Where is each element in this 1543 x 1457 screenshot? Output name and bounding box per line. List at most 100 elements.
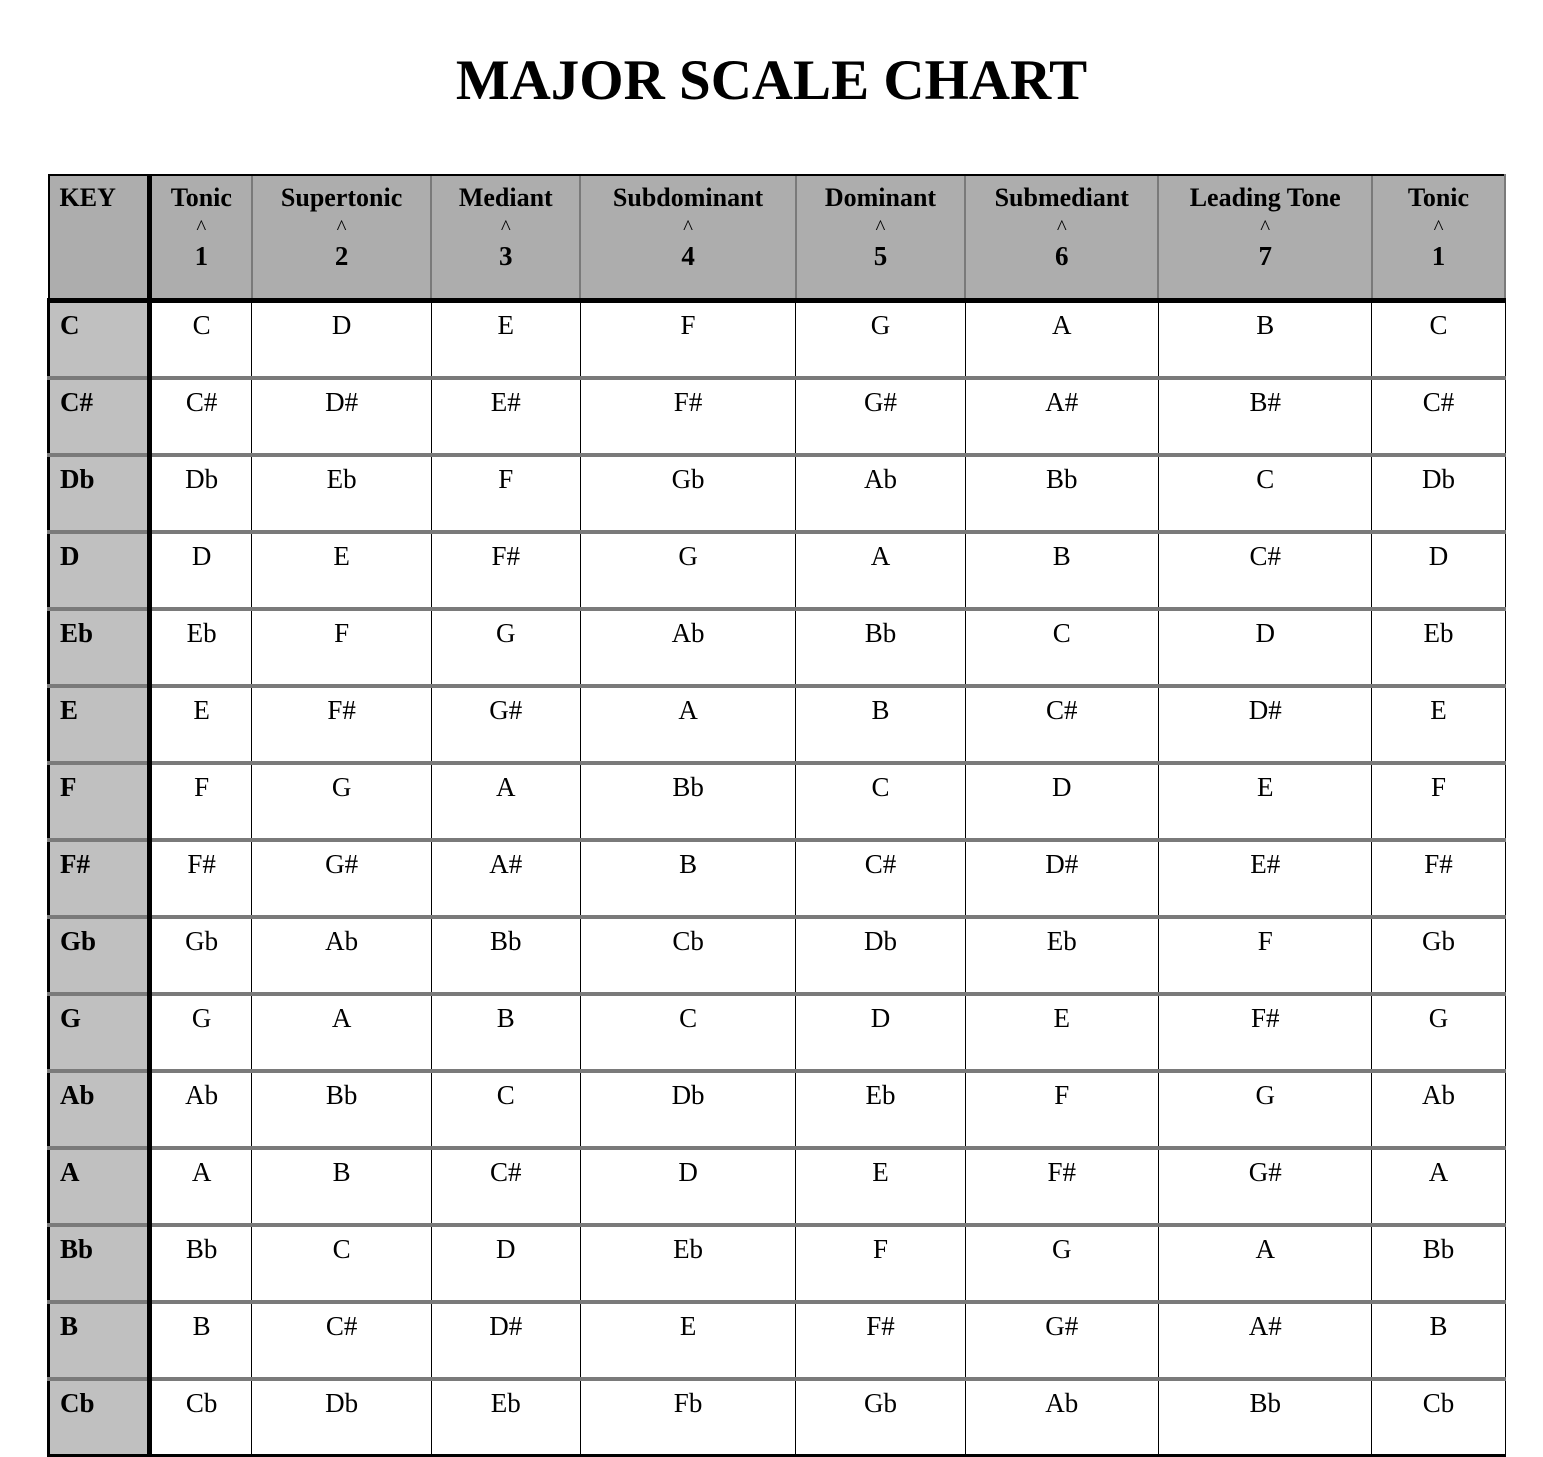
note-cell: D xyxy=(251,300,432,380)
note-cell: B xyxy=(1371,1301,1506,1381)
table-row: D D E F# G A B C# D xyxy=(47,531,1506,611)
note-cell: Db xyxy=(579,1070,796,1150)
note-cell: B# xyxy=(1157,377,1372,457)
note-cell: F xyxy=(430,454,581,534)
note-cell: G xyxy=(430,608,581,688)
note-cell: C xyxy=(964,608,1159,688)
table-row: A A B C# D E F# G# A xyxy=(47,1147,1506,1227)
scale-degree-caret-icon: ^ xyxy=(196,214,207,239)
note-cell: G# xyxy=(251,839,432,919)
note-cell: Eb xyxy=(1371,608,1506,688)
note-cell: Eb xyxy=(795,1070,966,1150)
degree-number: 1 xyxy=(194,240,209,271)
note-cell: F# xyxy=(1157,993,1372,1073)
note-cell: A xyxy=(148,1147,252,1227)
degree-number: 2 xyxy=(334,240,349,271)
note-cell: A# xyxy=(1157,1301,1372,1381)
note-cell: F# xyxy=(148,839,252,919)
note-cell: Eb xyxy=(251,454,432,534)
key-cell: D xyxy=(47,531,152,611)
note-cell: C xyxy=(251,1224,432,1304)
note-cell: Ab xyxy=(1371,1070,1506,1150)
note-cell: E# xyxy=(430,377,581,457)
note-cell: Cb xyxy=(579,916,796,996)
degree-name: Leading Tone xyxy=(1189,183,1341,213)
key-cell: Eb xyxy=(47,608,152,688)
note-cell: Bb xyxy=(579,762,796,842)
key-cell: C# xyxy=(47,377,152,457)
table-row: F# F# G# A# B C# D# E# F# xyxy=(47,839,1506,919)
note-cell: B xyxy=(251,1147,432,1227)
note-cell: G xyxy=(964,1224,1159,1304)
note-cell: Db xyxy=(148,454,252,534)
note-cell: G xyxy=(1157,1070,1372,1150)
table-row: B B C# D# E F# G# A# B xyxy=(47,1301,1506,1381)
note-cell: F# xyxy=(1371,839,1506,919)
note-cell: F xyxy=(795,1224,966,1304)
note-cell: E xyxy=(1157,762,1372,842)
note-cell: Gb xyxy=(1371,916,1506,996)
note-cell: C# xyxy=(1371,377,1506,457)
note-cell: A xyxy=(251,993,432,1073)
note-cell: F# xyxy=(430,531,581,611)
note-cell: B xyxy=(1157,300,1372,380)
note-cell: E xyxy=(251,531,432,611)
note-cell: G# xyxy=(795,377,966,457)
note-cell: Db xyxy=(251,1378,432,1457)
note-cell: Db xyxy=(795,916,966,996)
column-header-degree-8: Tonic ^ 1 xyxy=(1370,174,1507,303)
note-cell: G xyxy=(251,762,432,842)
degree-name: Tonic xyxy=(170,183,232,213)
note-cell: G# xyxy=(964,1301,1159,1381)
degree-name: Supertonic xyxy=(280,183,403,213)
note-cell: D xyxy=(148,531,252,611)
column-header-key: KEY xyxy=(47,174,152,303)
note-cell: Bb xyxy=(964,454,1159,534)
note-cell: G xyxy=(148,993,252,1073)
degree-number: 5 xyxy=(873,240,888,271)
note-cell: G xyxy=(579,531,796,611)
note-cell: C# xyxy=(795,839,966,919)
scale-degree-caret-icon: ^ xyxy=(1056,214,1067,239)
scale-degree-caret-icon: ^ xyxy=(875,214,886,239)
note-cell: Cb xyxy=(1371,1378,1506,1457)
column-header-degree-7: Leading Tone ^ 7 xyxy=(1157,174,1372,303)
degree-number: 7 xyxy=(1258,240,1272,271)
note-cell: C xyxy=(1371,300,1506,380)
note-cell: E xyxy=(1371,685,1506,765)
note-cell: F# xyxy=(795,1301,966,1381)
note-cell: F# xyxy=(964,1147,1159,1227)
degree-name: Dominant xyxy=(824,183,937,213)
key-cell: F xyxy=(47,762,152,842)
note-cell: E# xyxy=(1157,839,1372,919)
note-cell: Gb xyxy=(148,916,252,996)
note-cell: A# xyxy=(964,377,1159,457)
key-cell: Gb xyxy=(47,916,152,996)
note-cell: E xyxy=(795,1147,966,1227)
note-cell: C# xyxy=(1157,531,1372,611)
note-cell: Gb xyxy=(579,454,796,534)
note-cell: Gb xyxy=(795,1378,966,1457)
column-header-degree-3: Mediant ^ 3 xyxy=(430,174,581,303)
column-header-degree-4: Subdominant ^ 4 xyxy=(579,174,796,303)
note-cell: G# xyxy=(1157,1147,1372,1227)
note-cell: D# xyxy=(1157,685,1372,765)
note-cell: C xyxy=(579,993,796,1073)
note-cell: Cb xyxy=(148,1378,252,1457)
table-row: E E F# G# A B C# D# E xyxy=(47,685,1506,765)
note-cell: C xyxy=(1157,454,1372,534)
note-cell: Bb xyxy=(795,608,966,688)
note-cell: D# xyxy=(964,839,1159,919)
degree-number: 3 xyxy=(499,240,513,271)
table-row: G G A B C D E F# G xyxy=(47,993,1506,1073)
note-cell: Bb xyxy=(251,1070,432,1150)
degree-name: Submediant xyxy=(994,183,1129,213)
scale-degree-caret-icon: ^ xyxy=(1260,214,1271,239)
table-row: Ab Ab Bb C Db Eb F G Ab xyxy=(47,1070,1506,1150)
key-cell: F# xyxy=(47,839,152,919)
key-cell: A xyxy=(47,1147,152,1227)
page-root: MAJOR SCALE CHART KEY Tonic ^ 1 Supertonic ^… xyxy=(0,38,1543,1457)
note-cell: E xyxy=(964,993,1159,1073)
column-header-degree-1: Tonic ^ 1 xyxy=(148,174,252,303)
note-cell: G xyxy=(1371,993,1506,1073)
